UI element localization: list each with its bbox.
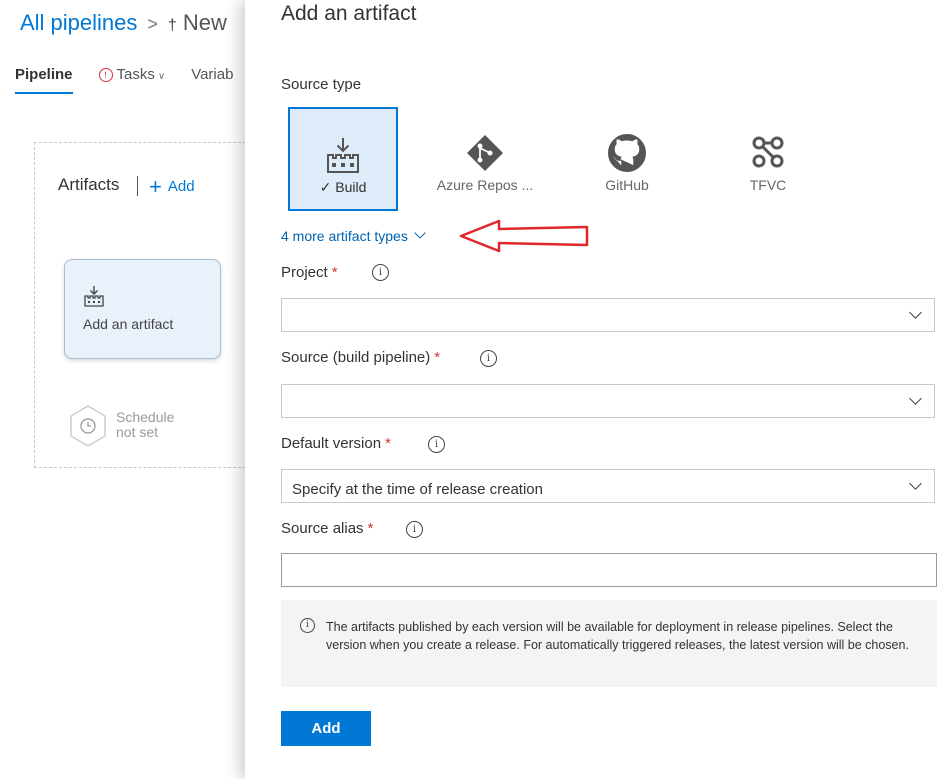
pipeline-tabs: Pipeline ! Tasks ∨ Variab [15,62,233,96]
project-label-text: Project [281,264,328,281]
source-type-github-label: GitHub [605,177,649,193]
tfvc-icon [713,134,823,172]
source-alias-label-text: Source alias [281,520,364,537]
required-marker: * [331,264,338,281]
source-alias-label: Source alias * [281,520,373,537]
plus-icon: + [149,174,162,199]
chevron-down-icon [909,477,922,490]
source-alias-input[interactable] [281,553,937,587]
source-pipeline-dropdown[interactable] [281,384,935,418]
checkmark-icon: ✓ [319,179,336,195]
info-icon[interactable]: i [372,264,389,281]
more-artifact-types-label: 4 more artifact types [281,228,408,244]
heading-divider [137,176,138,196]
required-marker: * [434,349,441,366]
source-type-build[interactable]: ✓ Build [288,107,398,211]
warning-icon: ! [98,68,113,82]
info-icon[interactable]: i [480,350,497,367]
add-button[interactable]: Add [281,711,371,746]
chevron-down-icon [909,392,922,405]
add-artifact-link[interactable]: + Add [149,174,195,200]
build-icon [83,285,105,312]
tab-pipeline[interactable]: Pipeline [15,62,73,94]
chevron-down-icon [414,227,426,239]
panel-title: Add an artifact [281,2,417,25]
tab-pipeline-label: Pipeline [15,66,73,83]
default-version-label-text: Default version [281,435,382,452]
pipeline-icon: † [167,17,177,34]
source-type-azure-repos[interactable]: Azure Repos ... [430,107,540,211]
source-type-build-label: ✓ Build [290,179,396,196]
project-dropdown[interactable] [281,298,935,332]
build-icon [290,136,396,174]
source-type-azure-repos-label: Azure Repos ... [436,177,534,193]
info-message-text: The artifacts published by each version … [326,620,909,652]
artifacts-heading: Artifacts [58,175,120,194]
schedule-line-1: Schedule [116,409,175,425]
source-type-label: Source type [281,76,362,93]
source-label-text: Source (build pipeline) [281,349,431,366]
clock-icon [70,405,106,447]
source-type-tfvc-label: TFVC [749,177,787,193]
add-artifact-card-label: Add an artifact [83,316,174,332]
tab-variables-label: Variab [191,66,234,83]
tab-tasks[interactable]: ! Tasks ∨ [98,62,166,96]
schedule-label: Schedule not set [116,410,174,440]
info-message-box: i The artifacts published by each versio… [281,600,937,687]
required-marker: * [385,435,391,452]
required-marker: * [367,520,374,537]
schedule-trigger[interactable]: Schedule not set [68,404,174,453]
background-page: All pipelines > † New Pipeline ! Tasks ∨ Vari… [0,0,276,779]
info-icon[interactable]: i [428,436,445,453]
default-version-label: Default version * [281,435,391,452]
breadcrumb: All pipelines > † New [20,10,227,36]
tab-tasks-label: Tasks [116,66,155,83]
source-label: Source (build pipeline) * [281,349,440,366]
add-artifact-panel: Add an artifact Source type ✓ Build Azur… [245,0,947,779]
info-icon: i [300,618,315,633]
source-type-tfvc[interactable]: TFVC [713,107,823,211]
red-arrow-annotation [459,219,589,253]
source-type-build-text: Build [335,179,367,195]
chevron-down-icon [909,306,922,319]
add-artifact-link-label: Add [167,178,195,195]
breadcrumb-current[interactable]: New [183,10,227,35]
default-version-value: Specify at the time of release creation [292,481,543,498]
breadcrumb-separator: > [147,14,158,34]
add-artifact-card[interactable]: Add an artifact [64,259,221,359]
tab-variables[interactable]: Variab [191,62,233,96]
default-version-dropdown[interactable]: Specify at the time of release creation [281,469,935,503]
info-icon[interactable]: i [406,521,423,538]
schedule-line-2: not set [116,424,159,440]
project-label: Project * [281,264,338,281]
source-type-github[interactable]: GitHub [572,107,682,211]
breadcrumb-all-pipelines-link[interactable]: All pipelines [20,10,137,35]
chevron-down-icon: ∨ [157,71,166,82]
github-icon [572,134,682,172]
git-icon [430,134,540,172]
more-artifact-types-link[interactable]: 4 more artifact types [281,227,426,244]
